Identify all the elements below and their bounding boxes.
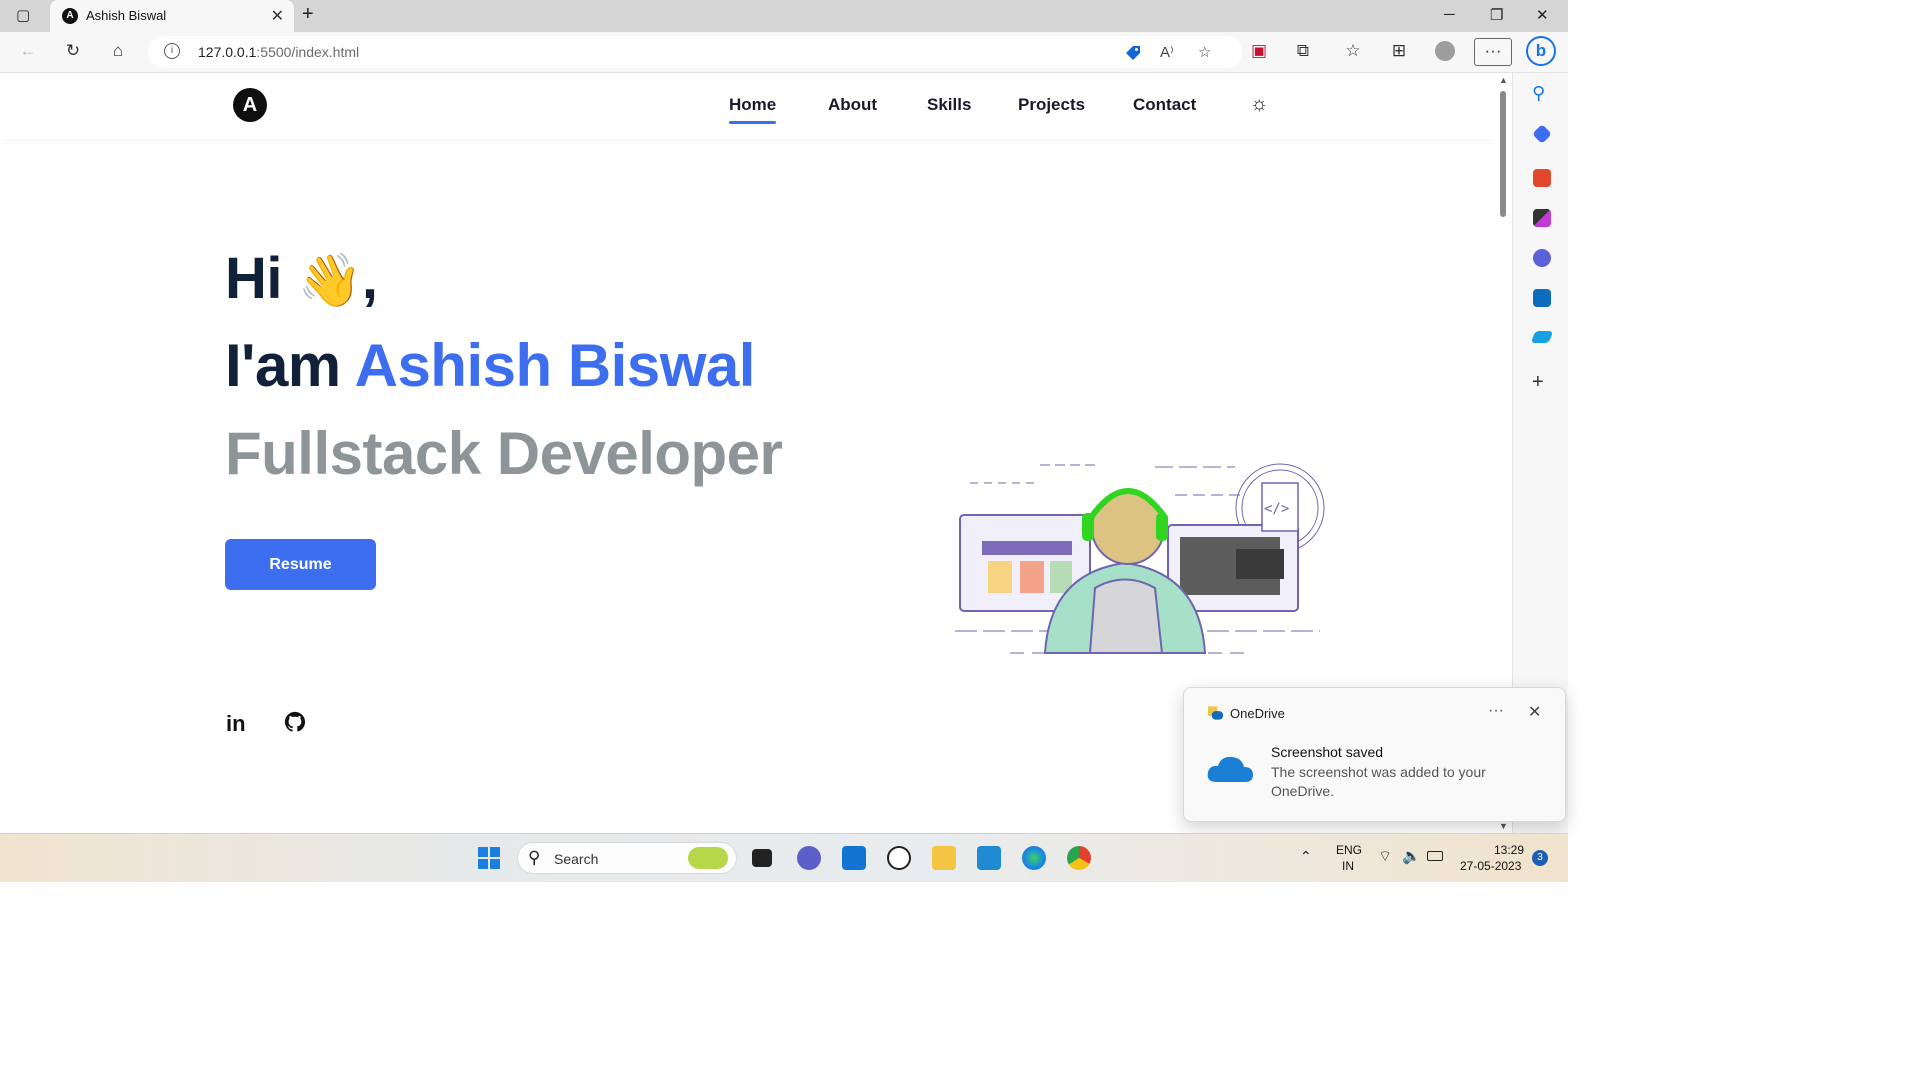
wifi-icon[interactable]: ⌔ (1378, 847, 1392, 866)
site-info-icon[interactable]: i (164, 43, 180, 59)
price-tag-icon[interactable] (1124, 44, 1142, 62)
close-tab-icon[interactable]: ✕ (271, 6, 284, 26)
site-navbar: A Home About Skills Projects Contact ☼ (0, 73, 1496, 139)
hero-greeting: Hi 👋, (225, 246, 378, 311)
scroll-down-icon[interactable]: ▼ (1499, 821, 1508, 831)
settings-menu-icon[interactable]: ··· (1474, 38, 1512, 66)
mail-icon[interactable] (842, 846, 866, 870)
send-icon[interactable] (1530, 331, 1554, 343)
hero-name: Ashish Biswal (354, 332, 756, 399)
browser-tab-strip: ▢ A Ashish Biswal ✕ + ─ ❐ ✕ (0, 0, 1568, 32)
notification-count-badge[interactable]: 3 (1532, 850, 1548, 866)
nav-home[interactable]: Home (729, 95, 777, 124)
tools-icon[interactable] (1533, 169, 1551, 187)
chrome-icon[interactable] (1067, 846, 1091, 870)
back-icon[interactable]: ← (17, 41, 39, 61)
add-favorite-icon[interactable]: ☆ (1198, 43, 1211, 61)
refresh-icon[interactable]: ↻ (62, 41, 84, 61)
profile-avatar[interactable] (1434, 41, 1456, 66)
search-icon[interactable]: ⚲ (1532, 83, 1545, 104)
nav-contact[interactable]: Contact (1133, 95, 1196, 115)
close-window-icon[interactable]: ✕ (1536, 6, 1549, 24)
url-text[interactable]: 127.0.0.1:5500/index.html (198, 44, 359, 60)
search-icon: ⚲ (528, 848, 541, 867)
minimize-icon[interactable]: ─ (1444, 6, 1455, 23)
nav-about[interactable]: About (828, 95, 877, 115)
scroll-up-icon[interactable]: ▲ (1499, 75, 1508, 85)
tab-actions-icon[interactable]: ▢ (16, 6, 30, 24)
add-icon[interactable]: + (1532, 371, 1544, 394)
site-logo[interactable]: A (233, 88, 267, 122)
task-view-icon[interactable] (752, 849, 772, 867)
svg-text:</>: </> (1264, 501, 1289, 517)
github-icon[interactable] (284, 711, 306, 733)
language-top[interactable]: ENG (1336, 843, 1362, 857)
nav-skills[interactable]: Skills (927, 95, 971, 115)
windows-taskbar: ⚲ Search ⌃ ENG IN ⌔ 🔈 13:29 27-05-2023 3 (0, 833, 1568, 882)
dell-icon[interactable] (887, 846, 911, 870)
waving-hand-icon: 👋 (297, 252, 363, 310)
microsoft365-icon[interactable] (1533, 249, 1551, 267)
address-bar[interactable]: i 127.0.0.1:5500/index.html A⁾ ☆ (148, 36, 1242, 68)
outlook-icon[interactable] (1533, 289, 1551, 307)
edge-icon[interactable] (1022, 846, 1046, 870)
scroll-thumb[interactable] (1500, 91, 1506, 217)
nav-projects[interactable]: Projects (1018, 95, 1085, 115)
search-highlight-icon (688, 847, 728, 869)
games-icon[interactable] (1533, 209, 1551, 227)
shopping-icon[interactable] (1532, 124, 1552, 144)
notification-body: The screenshot was added to your OneDriv… (1271, 764, 1486, 799)
tab-title: Ashish Biswal (86, 8, 167, 23)
onedrive-notification[interactable]: OneDrive ··· ✕ Screenshot saved The scre… (1183, 687, 1566, 822)
browser-toolbar: ← ↻ ⌂ i 127.0.0.1:5500/index.html A⁾ ☆ ▣… (0, 32, 1568, 73)
read-aloud-icon[interactable]: A⁾ (1160, 43, 1174, 61)
developer-illustration: </> (955, 463, 1325, 654)
tab-favicon: A (62, 8, 78, 24)
new-tab-button[interactable]: + (302, 3, 314, 26)
onedrive-app-icon (1208, 706, 1223, 720)
linkedin-icon[interactable]: in (226, 711, 246, 737)
file-explorer-icon[interactable] (932, 846, 956, 870)
notification-app-name: OneDrive (1230, 706, 1285, 721)
resume-button[interactable]: Resume (225, 539, 376, 590)
browser-tab[interactable]: A Ashish Biswal ✕ (50, 0, 294, 32)
battery-icon[interactable] (1427, 851, 1443, 861)
teams-chat-icon[interactable] (797, 846, 821, 870)
restore-icon[interactable]: ❐ (1490, 6, 1503, 24)
bing-chat-icon[interactable]: b (1526, 36, 1556, 66)
vscode-icon[interactable] (977, 846, 1001, 870)
taskbar-search-label: Search (554, 851, 599, 867)
language-bottom[interactable]: IN (1342, 859, 1354, 873)
collections-icon[interactable]: ⊞ (1388, 41, 1410, 61)
extension-icon[interactable]: ▣ (1248, 41, 1270, 61)
taskbar-search[interactable]: ⚲ Search (517, 842, 737, 874)
favorites-icon[interactable]: ☆ (1342, 41, 1364, 61)
close-notification-icon[interactable]: ✕ (1528, 702, 1541, 722)
hero-name-line: I'am Ashish Biswal (225, 332, 756, 399)
more-options-icon[interactable]: ··· (1488, 702, 1504, 720)
notification-heading: Screenshot saved (1271, 744, 1384, 760)
hero-role: Fullstack Developer (225, 420, 783, 487)
home-icon[interactable]: ⌂ (107, 41, 129, 61)
clock-time[interactable]: 13:29 (1494, 843, 1524, 857)
clock-date[interactable]: 27-05-2023 (1460, 859, 1521, 873)
onedrive-cloud-icon (1207, 756, 1253, 782)
windows-start-icon[interactable] (477, 846, 501, 870)
chevron-up-icon[interactable]: ⌃ (1300, 848, 1312, 865)
volume-icon[interactable]: 🔈 (1402, 847, 1421, 865)
extensions-icon[interactable]: ⧉ (1292, 41, 1314, 61)
sun-icon[interactable]: ☼ (1250, 93, 1268, 116)
